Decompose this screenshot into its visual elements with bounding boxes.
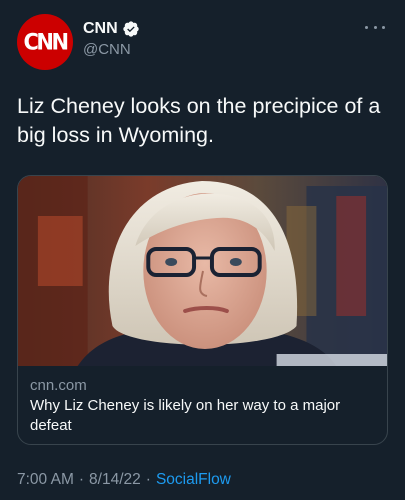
card-title[interactable]: Why Liz Cheney is likely on her way to a… (30, 396, 375, 436)
tweet-meta: 7:00 AM · 8/14/22 · SocialFlow (17, 471, 231, 489)
name-row: CNN (83, 19, 140, 39)
card-body[interactable]: cnn.com Why Liz Cheney is likely on her … (18, 366, 387, 436)
display-name[interactable]: CNN (83, 20, 118, 38)
tweet-source-link[interactable]: SocialFlow (156, 471, 231, 489)
meta-separator-2: · (145, 471, 151, 488)
more-horizontal-icon[interactable] (365, 20, 385, 34)
tweet-time[interactable]: 7:00 AM (17, 471, 74, 489)
handle[interactable]: @CNN (83, 41, 140, 58)
verified-badge-icon (122, 20, 140, 38)
cnn-logo: CNN (23, 29, 69, 55)
meta-separator: · (78, 471, 85, 488)
tweet-date[interactable]: 8/14/22 (89, 471, 141, 489)
card-image[interactable] (18, 176, 387, 366)
link-card[interactable]: cnn.com Why Liz Cheney is likely on her … (17, 175, 388, 445)
tweet-text: Liz Cheney looks on the precipice of a b… (17, 94, 381, 147)
photo-icon (18, 176, 387, 366)
author-block[interactable]: CNN @CNN (83, 19, 140, 58)
card-domain: cnn.com (30, 377, 87, 394)
avatar[interactable]: CNN (17, 14, 73, 70)
tweet[interactable]: CNN CNN @CNN Liz Cheney looks on the pre… (0, 0, 405, 500)
